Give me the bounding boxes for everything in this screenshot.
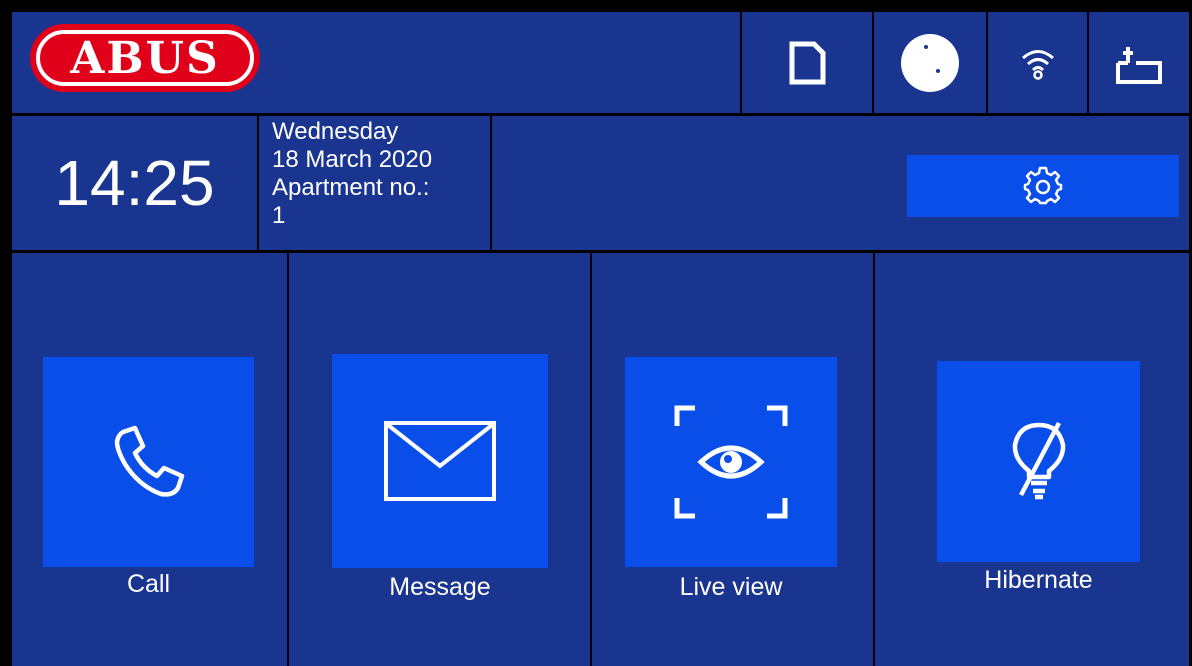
hibernate-label: Hibernate [984,566,1093,594]
live-view-label: Live view [679,573,783,601]
disc-icon [901,33,959,92]
weekday-text: Wednesday [272,118,399,145]
apartment-number: 1 [272,202,286,229]
status-sd-card[interactable] [742,12,872,113]
network-port-icon [1116,46,1162,84]
divider-clock [257,116,259,250]
envelope-icon [384,421,496,501]
intercom-screen: ABUS 14:25 Wednesday 18 March 2020 Apart… [0,0,1192,666]
status-disc[interactable] [874,12,986,113]
sd-card-icon [789,41,826,84]
divider-tile-3 [873,253,875,666]
bulb-off-icon [1012,421,1065,499]
status-wifi[interactable] [988,12,1087,113]
status-network[interactable] [1089,12,1189,113]
frame-top [0,0,1192,12]
gear-icon [1023,166,1063,205]
call-button[interactable] [43,357,254,567]
logo-text: ABUS [70,32,220,84]
wifi-icon [1021,49,1054,80]
abus-logo: ABUS [30,24,260,92]
divider-info [0,250,1192,253]
clock-time: 14:25 [54,147,215,219]
hibernate-button[interactable] [937,361,1140,562]
date-panel: Wednesday 18 March 2020 Apartment no.: 1 [272,118,492,230]
call-label: Call [126,570,171,598]
settings-button[interactable] [907,155,1179,217]
eye-icon [674,405,788,519]
phone-icon [114,425,184,497]
divider-tile-1 [287,253,289,666]
frame-left [0,0,12,666]
date-text: 18 March 2020 [272,146,433,173]
apartment-label: Apartment no.: [272,174,430,201]
message-button[interactable] [332,354,548,568]
live-view-button[interactable] [625,357,837,567]
message-label: Message [389,573,491,601]
divider-tile-2 [590,253,592,666]
